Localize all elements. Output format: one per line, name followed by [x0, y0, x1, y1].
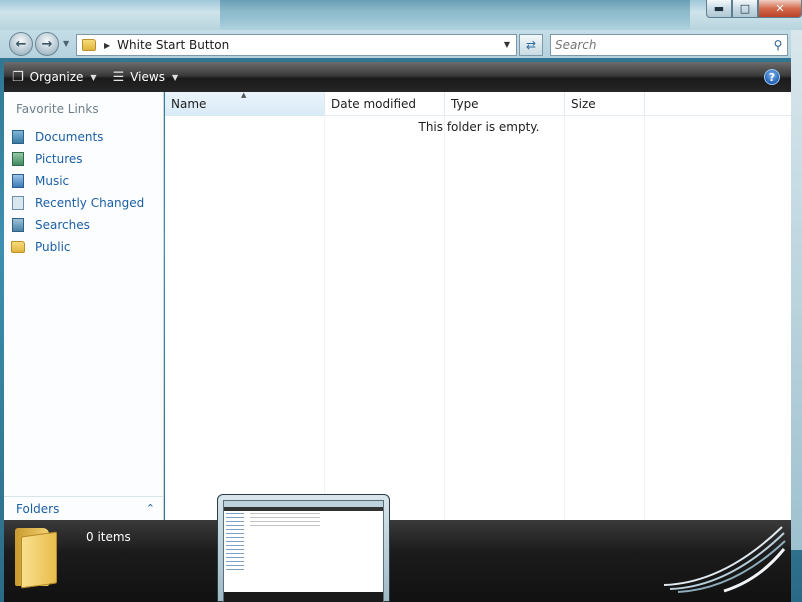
nav-item-searches[interactable]: Searches: [10, 214, 160, 236]
chevron-down-icon: ▼: [90, 72, 97, 82]
thumbnail-preview: [223, 500, 384, 602]
public-folder-icon: [10, 239, 26, 255]
folder-large-icon: [15, 528, 59, 589]
column-header-type[interactable]: Type: [445, 92, 565, 116]
folders-toggle[interactable]: Folders ⌃: [4, 496, 163, 520]
nav-item-label: Documents: [35, 130, 104, 144]
nav-item-label: Recently Changed: [35, 196, 145, 210]
background-window-hint: [220, 0, 690, 30]
maximize-button[interactable]: □: [732, 0, 758, 18]
navigation-row: ← → ▼ ▶ White Start Button ▼ ⇄ ⚲: [0, 30, 802, 58]
taskbar-window-thumbnail[interactable]: [217, 494, 390, 602]
refresh-icon: ⇄: [525, 38, 537, 52]
pictures-icon: [10, 151, 26, 167]
music-icon: [10, 173, 26, 189]
nav-item-recently-changed[interactable]: Recently Changed: [10, 192, 160, 214]
recent-pages-dropdown[interactable]: ▼: [63, 39, 73, 49]
column-divider: [564, 116, 565, 520]
nav-item-label: Public: [35, 240, 71, 254]
column-header-row: ▲ Name Date modified Type Size: [165, 91, 791, 116]
nav-item-music[interactable]: Music: [10, 170, 160, 192]
column-divider: [324, 116, 325, 520]
nav-item-documents[interactable]: Documents: [10, 126, 160, 148]
breadcrumb-segment[interactable]: White Start Button: [117, 38, 229, 52]
forward-arrow-icon: →: [41, 36, 53, 52]
command-toolbar: ❐ Organize ▼ ☰ Views ▼ ?: [4, 62, 791, 92]
nav-item-pictures[interactable]: Pictures: [10, 148, 160, 170]
navigation-pane: Favorite Links Documents Pictures Music …: [4, 92, 164, 520]
organize-icon: ❐: [12, 69, 24, 85]
search-input[interactable]: [555, 36, 769, 54]
nav-item-label: Searches: [35, 218, 90, 232]
search-icon[interactable]: ⚲: [769, 38, 787, 52]
column-header-date-modified[interactable]: Date modified: [325, 92, 445, 116]
help-button[interactable]: ?: [764, 69, 780, 85]
column-label: Size: [571, 97, 596, 111]
item-count: 0 items: [86, 530, 131, 544]
back-arrow-icon: ←: [15, 36, 27, 52]
favorite-links-list: Documents Pictures Music Recently Change…: [10, 126, 160, 258]
title-bar: ▬ □ ✕: [0, 0, 802, 30]
address-dropdown-icon[interactable]: ▼: [504, 40, 510, 49]
close-button[interactable]: ✕: [758, 0, 802, 18]
nav-item-label: Music: [35, 174, 70, 188]
chevron-down-icon: ▼: [171, 72, 179, 82]
recently-changed-icon: [10, 195, 26, 211]
organize-button[interactable]: ❐ Organize ▼: [4, 62, 105, 92]
views-button[interactable]: ☰ Views ▼: [105, 62, 187, 92]
vista-swoosh-decoration: [664, 526, 786, 593]
folders-label: Folders: [16, 501, 60, 516]
column-header-size[interactable]: Size: [565, 92, 645, 116]
column-divider: [644, 116, 645, 520]
refresh-button[interactable]: ⇄: [519, 34, 543, 56]
file-list-pane[interactable]: ▲ Name Date modified Type Size This fold…: [165, 91, 791, 520]
column-label: Type: [451, 97, 479, 111]
empty-folder-message: This folder is empty.: [418, 120, 540, 134]
column-divider: [444, 116, 445, 520]
help-icon: ?: [768, 70, 776, 84]
breadcrumb-arrow-icon[interactable]: ▶: [104, 41, 110, 50]
folder-icon: [82, 39, 96, 51]
caption-buttons: ▬ □ ✕: [706, 0, 802, 18]
window-frame-edge: [791, 30, 802, 550]
views-label: Views: [130, 70, 165, 84]
documents-icon: [10, 129, 26, 145]
details-pane: 0 items: [4, 520, 791, 602]
organize-label: Organize: [29, 70, 84, 84]
chevron-up-icon: ⌃: [145, 502, 155, 515]
favorite-links-heading: Favorite Links: [16, 102, 99, 116]
back-button[interactable]: ←: [9, 32, 33, 56]
sort-ascending-icon: ▲: [241, 91, 247, 99]
address-bar[interactable]: ▶ White Start Button ▼: [76, 34, 517, 56]
views-icon: ☰: [112, 69, 125, 85]
column-header-name[interactable]: ▲ Name: [165, 91, 325, 116]
searches-icon: [10, 217, 26, 233]
column-label: Date modified: [331, 97, 417, 111]
nav-item-public[interactable]: Public: [10, 236, 160, 258]
search-box[interactable]: ⚲: [550, 34, 788, 56]
nav-item-label: Pictures: [35, 152, 83, 166]
forward-button[interactable]: →: [35, 32, 59, 56]
column-label: Name: [171, 97, 207, 111]
minimize-button[interactable]: ▬: [706, 0, 732, 18]
